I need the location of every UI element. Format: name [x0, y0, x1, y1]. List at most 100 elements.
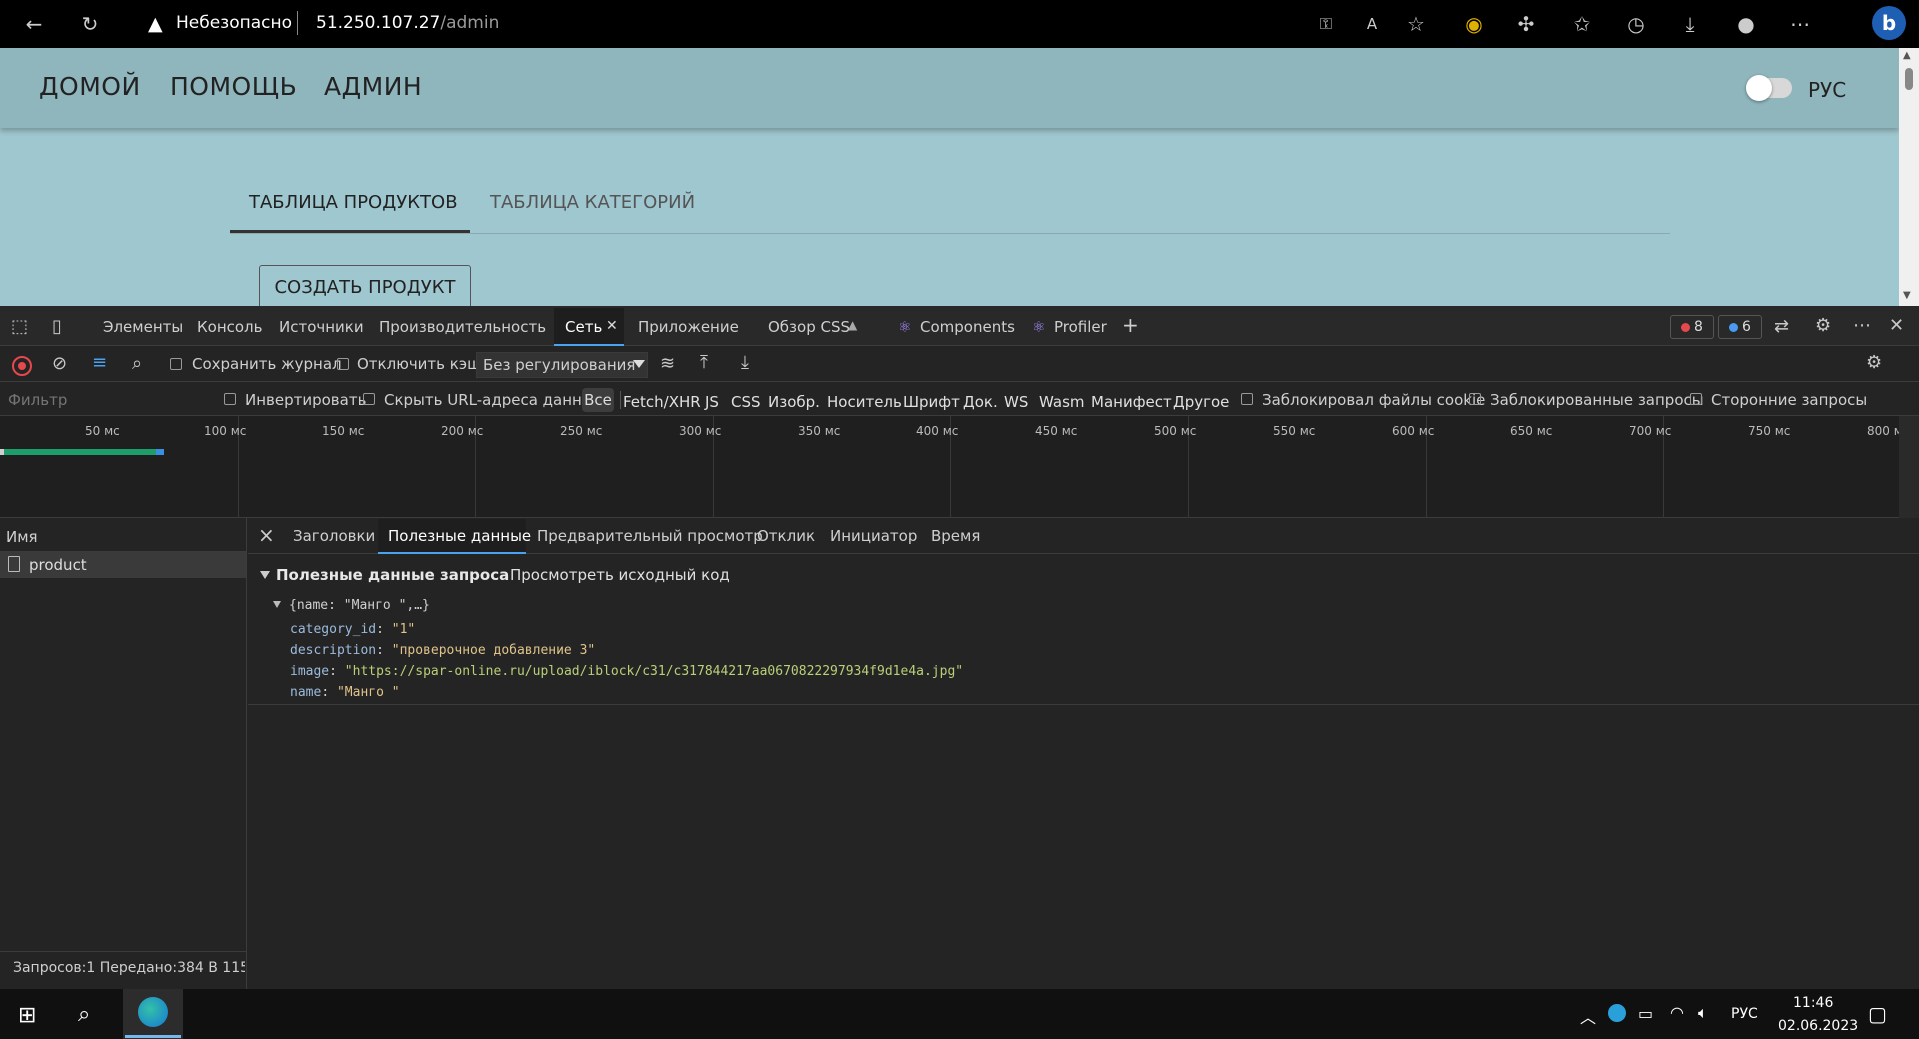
more-menu-icon[interactable]: ⋯ [1786, 10, 1814, 38]
key-icon[interactable]: ⚿ [1312, 10, 1340, 38]
messages-badge[interactable]: 6 [1718, 315, 1762, 339]
windows-start-icon[interactable]: ⊞ [18, 1003, 36, 1028]
filter-type-img[interactable]: Изобр. [768, 393, 820, 411]
tab-application[interactable]: Приложение [638, 318, 739, 336]
tab-network[interactable]: Сеть [565, 318, 602, 336]
create-product-button[interactable]: СОЗДАТЬ ПРОДУКТ [259, 265, 471, 309]
tray-chevron-up-icon[interactable]: ︿ [1580, 1004, 1596, 1028]
history-icon[interactable]: ◷ [1622, 10, 1650, 38]
scroll-up-icon[interactable]: ▲ [1903, 50, 1911, 61]
connect-device-icon[interactable]: ⇄ [1774, 316, 1789, 337]
close-detail-icon[interactable]: × [258, 523, 275, 547]
favorites-icon[interactable]: ✩ [1568, 10, 1596, 38]
import-har-icon[interactable]: ⤒ [700, 352, 708, 373]
tab-timing[interactable]: Время [931, 527, 980, 545]
network-settings-icon[interactable]: ⚙ [1866, 352, 1882, 373]
nav-admin-link[interactable]: АДМИН [324, 72, 422, 101]
profile-avatar-icon[interactable]: ● [1732, 10, 1760, 38]
clock-date[interactable]: 02.06.2023 [1778, 1018, 1858, 1034]
nav-help-link[interactable]: ПОМОЩЬ [170, 72, 297, 101]
expand-triangle-icon[interactable] [260, 571, 270, 579]
disable-cache-checkbox[interactable] [337, 358, 349, 370]
blocked-requests-checkbox[interactable] [1469, 393, 1481, 405]
back-arrow-icon[interactable]: ← [20, 10, 48, 38]
tab-console[interactable]: Консоль [197, 318, 263, 336]
read-aloud-icon[interactable]: A [1358, 10, 1386, 38]
scroll-down-icon[interactable]: ▼ [1903, 290, 1911, 301]
language-toggle-knob[interactable] [1746, 75, 1772, 101]
tab-preview[interactable]: Предварительный просмотр [537, 527, 763, 545]
device-emulation-icon[interactable]: ▯ [52, 316, 62, 337]
blocked-cookies-checkbox[interactable] [1241, 393, 1253, 405]
filter-type-css[interactable]: CSS [731, 393, 761, 411]
filter-type-doc[interactable]: Док. [963, 393, 998, 411]
filter-type-manifest[interactable]: Манифест [1091, 393, 1172, 411]
filter-type-all[interactable]: Все [582, 388, 614, 412]
filter-type-wasm[interactable]: Wasm [1039, 393, 1085, 411]
telegram-icon[interactable] [1608, 1004, 1626, 1022]
filter-type-other[interactable]: Другое [1173, 393, 1229, 411]
invert-checkbox[interactable] [224, 393, 236, 405]
wifi-icon[interactable]: ◠ [1670, 1003, 1684, 1022]
export-har-icon[interactable]: ⤓ [741, 352, 749, 373]
search-icon[interactable]: ⌕ [78, 1002, 90, 1027]
errors-badge[interactable]: 8 [1670, 315, 1714, 339]
page-scrollbar-thumb[interactable] [1905, 68, 1913, 90]
bing-copilot-icon[interactable]: b [1872, 6, 1906, 40]
clock-time[interactable]: 11:46 [1793, 995, 1833, 1011]
filter-icon[interactable]: ≡ [92, 352, 107, 373]
tab-css-overview[interactable]: Обзор CSS [768, 318, 850, 336]
tab-headers[interactable]: Заголовки [293, 527, 375, 545]
edge-browser-icon [138, 997, 168, 1027]
close-devtools-icon[interactable]: ✕ [1889, 315, 1904, 336]
request-name[interactable]: product [29, 556, 87, 574]
more-options-icon[interactable]: ⋯ [1853, 315, 1871, 336]
input-language[interactable]: РУС [1731, 1006, 1758, 1022]
preserve-log-checkbox[interactable] [170, 358, 182, 370]
tab-products-table[interactable]: ТАБЛИЦА ПРОДУКТОВ [249, 192, 458, 213]
filter-type-font[interactable]: Шрифт [903, 393, 960, 411]
address-bar[interactable]: 51.250.107.27/admin [316, 13, 499, 33]
tab-payload[interactable]: Полезные данные [388, 527, 531, 545]
expand-object-icon[interactable] [273, 601, 281, 608]
tab-sources[interactable]: Источники [279, 318, 364, 336]
filter-type-js[interactable]: JS [705, 393, 719, 411]
notifications-icon[interactable]: ▢ [1868, 1002, 1887, 1026]
third-party-checkbox[interactable] [1690, 393, 1702, 405]
filter-input[interactable] [6, 387, 210, 413]
view-source-link[interactable]: Просмотреть исходный код [510, 566, 730, 584]
add-favorite-icon[interactable]: ☆ [1402, 10, 1430, 38]
network-conditions-icon[interactable]: ≋ [660, 353, 675, 374]
reload-icon[interactable]: ↻ [76, 10, 104, 38]
clear-icon[interactable]: ⊘ [52, 353, 67, 374]
nav-home-link[interactable]: ДОМОЙ [39, 72, 141, 101]
warning-icon[interactable]: ▲ [148, 13, 163, 35]
search-icon[interactable]: ⌕ [132, 353, 142, 374]
add-tab-icon[interactable]: + [1122, 313, 1139, 337]
tab-response[interactable]: Отклик [757, 527, 815, 545]
tab-categories-table[interactable]: ТАБЛИЦА КАТЕГОРИЙ [490, 192, 695, 213]
tab-elements[interactable]: Элементы [103, 318, 183, 336]
name-column-header[interactable]: Имя [6, 528, 38, 546]
battery-icon[interactable]: ▭ [1638, 1004, 1653, 1023]
tab-performance[interactable]: Производительность [379, 318, 546, 336]
close-tab-icon[interactable]: ✕ [606, 318, 618, 334]
throttling-select[interactable]: Без регулирования [476, 352, 648, 378]
extensions-icon[interactable]: ✣ [1512, 10, 1540, 38]
overview-scrollbar[interactable] [1899, 416, 1919, 518]
filter-type-media[interactable]: Носитель [827, 393, 902, 411]
volume-icon[interactable]: 🔈︎ [1698, 1003, 1708, 1023]
tab-initiator[interactable]: Инициатор [830, 527, 917, 545]
hide-data-urls-checkbox[interactable] [363, 393, 375, 405]
insecure-label[interactable]: Небезопасно [176, 13, 292, 33]
settings-gear-icon[interactable]: ⚙ [1815, 315, 1831, 336]
inspect-element-icon[interactable]: ⬚ [11, 316, 28, 337]
tab-components[interactable]: Components [920, 318, 1015, 336]
tab-profiler[interactable]: Profiler [1054, 318, 1107, 336]
payload-title[interactable]: Полезные данные запроса [276, 566, 509, 584]
payload-summary[interactable]: {name: "Манго ",…} [289, 598, 430, 613]
extension-coin-icon[interactable]: ◉ [1460, 10, 1488, 38]
filter-type-fetch[interactable]: Fetch/XHR [623, 393, 701, 411]
downloads-icon[interactable]: ⤓ [1676, 10, 1704, 38]
filter-type-ws[interactable]: WS [1004, 393, 1028, 411]
